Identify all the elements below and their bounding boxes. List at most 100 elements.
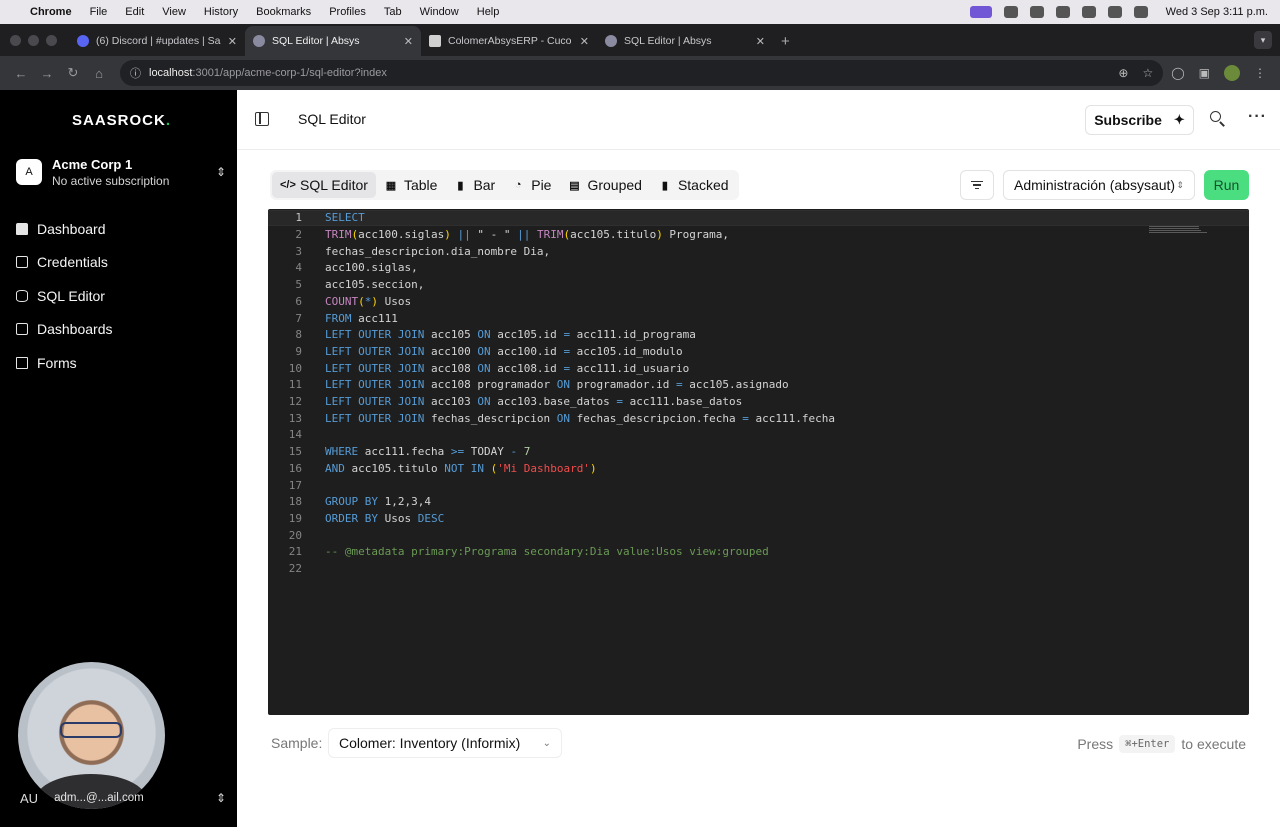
close-tab-icon[interactable]: ✕ — [404, 35, 413, 48]
back-icon[interactable]: ← — [8, 66, 34, 81]
run-button[interactable]: Run — [1204, 170, 1249, 200]
extensions-puzzle-icon[interactable]: ▣ — [1199, 66, 1210, 80]
code-line[interactable]: 5 acc105.seccion, — [268, 276, 1249, 293]
code-line[interactable]: 22 — [268, 560, 1249, 577]
site-info-icon[interactable]: ⓘ — [130, 65, 141, 81]
code-text: acc100.siglas, — [325, 261, 418, 275]
database-select[interactable]: Administración (absysaut) ⇕ — [1003, 170, 1195, 200]
sql-code-editor[interactable]: 1 SELECT 2 TRIM(acc100.siglas) || " - " || … — [268, 209, 1249, 715]
code-line[interactable]: 1 SELECT — [268, 209, 1249, 227]
zoom-icon[interactable]: ⊕ — [1118, 66, 1128, 80]
search-icon[interactable] — [1210, 111, 1226, 127]
code-line[interactable]: 4 acc100.siglas, — [268, 260, 1249, 277]
line-number: 3 — [295, 244, 302, 258]
menu-clock[interactable]: Wed 3 Sep 3:11 p.m. — [1166, 6, 1268, 18]
code-line[interactable]: 13 LEFT OUTER JOIN fechas_descripcion ON … — [268, 410, 1249, 427]
code-line[interactable]: 9 LEFT OUTER JOIN acc100 ON acc100.id = a… — [268, 343, 1249, 360]
sidebar-item-dashboards[interactable]: Dashboards — [16, 313, 221, 347]
sidebar-toggle-icon[interactable] — [255, 112, 269, 126]
tab-table[interactable]: ▦ Table — [376, 172, 445, 198]
code-line[interactable]: 15 WHERE acc111.fecha >= TODAY - 7 — [268, 443, 1249, 460]
menu-bookmarks[interactable]: Bookmarks — [256, 6, 311, 18]
menu-file[interactable]: File — [90, 6, 108, 18]
address-bar[interactable]: ⓘ localhost:3001/app/acme-corp-1/sql-edi… — [120, 60, 1164, 86]
profile-avatar[interactable] — [1224, 65, 1240, 81]
sidebar-item-sql-editor[interactable]: SQL Editor — [16, 279, 221, 313]
code-line[interactable]: 21 -- @metadata primary:Programa secondar… — [268, 544, 1249, 561]
doc-icon — [429, 35, 441, 47]
close-window-button[interactable] — [10, 34, 21, 46]
code-line[interactable]: 11 LEFT OUTER JOIN acc108 programador ON … — [268, 377, 1249, 394]
menu-app[interactable]: Chrome — [30, 6, 72, 18]
menu-tab[interactable]: Tab — [384, 6, 402, 18]
tab-bar[interactable]: ▮ Bar — [445, 172, 503, 198]
code-line[interactable]: 3 fechas_descripcion.dia_nombre Dia, — [268, 243, 1249, 260]
code-line[interactable]: 7 FROM acc111 — [268, 310, 1249, 327]
spotlight-icon[interactable] — [1107, 6, 1122, 18]
code-line[interactable]: 18 GROUP BY 1,2,3,4 — [268, 493, 1249, 510]
menu-profiles[interactable]: Profiles — [329, 6, 366, 18]
sidebar-item-credentials[interactable]: Credentials — [16, 246, 221, 280]
battery-icon[interactable] — [1055, 6, 1070, 18]
code-line[interactable]: 20 — [268, 527, 1249, 544]
bookmark-star-icon[interactable]: ☆ — [1142, 66, 1153, 80]
code-line[interactable]: 8 LEFT OUTER JOIN acc105 ON acc105.id = a… — [268, 326, 1249, 343]
browser-tab[interactable]: SQL Editor | Absys ✕ — [245, 26, 421, 56]
close-tab-icon[interactable]: ✕ — [228, 35, 237, 48]
tab-sql-editor[interactable]: </> SQL Editor — [272, 172, 376, 198]
menu-history[interactable]: History — [204, 6, 238, 18]
sample-select[interactable]: Colomer: Inventory (Informix) ⌄ — [328, 728, 562, 758]
browser-tab[interactable]: (6) Discord | #updates | Saas ✕ — [69, 26, 245, 56]
weather-icon[interactable] — [1029, 6, 1044, 18]
tab-stacked[interactable]: ▮ Stacked — [650, 172, 737, 198]
code-line[interactable]: 6 COUNT(*) Usos — [268, 293, 1249, 310]
menu-help[interactable]: Help — [477, 6, 500, 18]
browser-menu-icon[interactable]: ⋮ — [1254, 66, 1266, 80]
browser-tab[interactable]: ColomerAbsysERP - Cuco ✕ — [421, 26, 597, 56]
filter-icon[interactable] — [960, 170, 994, 200]
extension-icon[interactable]: ◯ — [1171, 66, 1184, 80]
screen-record-icon[interactable] — [969, 6, 992, 18]
code-line[interactable]: 14 — [268, 427, 1249, 444]
menu-window[interactable]: Window — [420, 6, 459, 18]
minimize-window-button[interactable] — [28, 34, 39, 46]
code-line[interactable]: 16 AND acc105.titulo NOT IN ('Mi Dashboar… — [268, 460, 1249, 477]
tab-pie[interactable]: ◔ Pie — [503, 172, 559, 198]
chevron-down-icon: ⌄ — [542, 737, 551, 749]
code-line[interactable]: 10 LEFT OUTER JOIN acc108 ON acc108.id = … — [268, 360, 1249, 377]
wifi-icon[interactable] — [1081, 6, 1096, 18]
reload-icon[interactable]: ↻ — [60, 65, 86, 81]
tab-search-icon[interactable]: ▾ — [1254, 31, 1272, 49]
code-line[interactable]: 12 LEFT OUTER JOIN acc103 ON acc103.base_… — [268, 393, 1249, 410]
user-menu[interactable]: AU adm...@...ail.com ⇕ — [16, 786, 226, 810]
code-line[interactable]: 2 TRIM(acc100.siglas) || " - " || TRIM(ac… — [268, 226, 1249, 243]
close-tab-icon[interactable]: ✕ — [756, 35, 765, 48]
subscribe-button[interactable]: Subscribe ✦ — [1085, 105, 1194, 135]
status-icon[interactable] — [1003, 6, 1018, 18]
control-center-icon[interactable] — [1133, 6, 1148, 18]
code-line[interactable]: 17 — [268, 477, 1249, 494]
line-number: 19 — [288, 511, 302, 525]
zoom-window-button[interactable] — [46, 34, 57, 46]
menu-view[interactable]: View — [162, 6, 186, 18]
more-options-icon[interactable]: ··· — [1248, 108, 1267, 126]
new-tab-button[interactable]: + — [781, 26, 790, 56]
home-icon[interactable]: ⌂ — [86, 66, 112, 81]
app-logo[interactable]: SAASROCK. — [72, 112, 171, 129]
menu-edit[interactable]: Edit — [125, 6, 144, 18]
sidebar-item-label: Dashboard — [37, 220, 106, 237]
tab-grouped[interactable]: ▤ Grouped — [559, 172, 649, 198]
code-line[interactable]: 19 ORDER BY Usos DESC — [268, 510, 1249, 527]
tenant-name: Acme Corp 1 — [52, 156, 133, 172]
forward-icon[interactable]: → — [34, 66, 60, 81]
close-tab-icon[interactable]: ✕ — [580, 35, 589, 48]
sidebar-item-dashboard[interactable]: Dashboard — [16, 212, 221, 246]
line-number: 13 — [288, 411, 302, 425]
tenant-switcher[interactable]: A Acme Corp 1 No active subscription ⇕ — [16, 156, 226, 188]
line-number: 21 — [288, 545, 302, 559]
code-text: LEFT OUTER JOIN fechas_descripcion ON fe… — [325, 411, 835, 425]
window-controls — [10, 24, 57, 56]
code-text: ORDER BY Usos DESC — [325, 511, 445, 525]
sidebar-item-forms[interactable]: Forms — [16, 346, 221, 380]
browser-tab[interactable]: SQL Editor | Absys ✕ — [597, 26, 773, 56]
